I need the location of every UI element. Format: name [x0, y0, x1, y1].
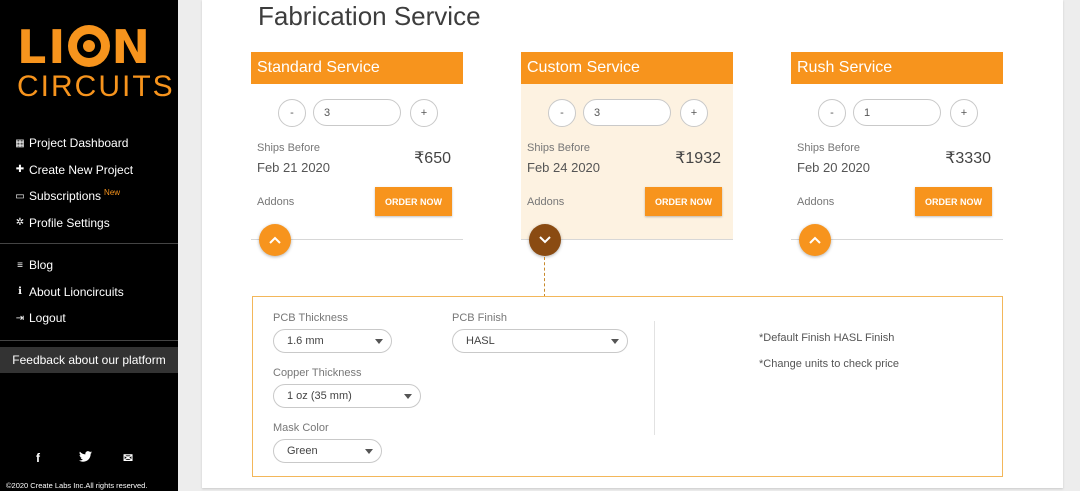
sidebar: LI N CIRCUITS ▦ Project Dashboard ✚ Creat… [0, 0, 178, 491]
service-card-title: Custom Service [521, 52, 733, 84]
caret-down-icon [404, 394, 412, 399]
service-card-custom: Custom Service - 3 + Ships Before Feb 24… [521, 52, 733, 256]
sidebar-item-label: Logout [29, 311, 66, 326]
lioncircuits-logo[interactable]: LI N CIRCUITS [15, 20, 173, 102]
sidebar-item-about-lioncircuits[interactable]: ℹ About Lioncircuits [0, 279, 178, 306]
increment-button[interactable]: + [950, 99, 978, 127]
logo-wordmark-bottom: CIRCUITS [17, 70, 175, 103]
decrement-button[interactable]: - [818, 99, 846, 127]
sidebar-item-label: Profile Settings [29, 215, 110, 230]
mask-color-value: Green [287, 445, 318, 457]
mask-color-label: Mask Color [273, 422, 329, 434]
price: ₹3330 [945, 150, 991, 167]
pcb-finish-label: PCB Finish [452, 312, 508, 324]
addons-label: Addons [527, 196, 565, 208]
copyright-text: ©2020 Create Labs Inc.All rights reserve… [6, 481, 148, 490]
ships-before-label: Ships Before [797, 142, 860, 154]
change-units-note: *Change units to check price [759, 358, 900, 370]
sidebar-item-profile-settings[interactable]: ✲ Profile Settings [0, 210, 178, 237]
order-now-button[interactable]: ORDER NOW [375, 187, 452, 216]
mail-icon[interactable]: ✉ [123, 451, 133, 465]
page-title: Fabrication Service [258, 1, 481, 31]
copper-thickness-select[interactable]: 1 oz (35 mm) [273, 384, 421, 408]
addons-label: Addons [797, 196, 835, 208]
addons-connector [544, 257, 545, 297]
grid-icon: ▦ [15, 137, 25, 149]
plus-icon: ✚ [15, 164, 25, 176]
quantity-input[interactable]: 1 [853, 99, 941, 126]
ship-date: Feb 21 2020 [257, 160, 331, 175]
sidebar-item-create-new-project[interactable]: ✚ Create New Project [0, 157, 178, 184]
twitter-icon[interactable] [79, 451, 92, 465]
lion-head-icon [68, 25, 111, 67]
default-finish-note: *Default Finish HASL Finish [759, 332, 895, 344]
sidebar-item-label: Create New Project [29, 162, 134, 177]
pcb-thickness-label: PCB Thickness [273, 312, 348, 324]
service-card-title: Standard Service [251, 52, 463, 84]
nav-divider [0, 340, 178, 341]
primary-nav: ▦ Project Dashboard ✚ Create New Project… [0, 130, 178, 236]
pcb-thickness-select[interactable]: 1.6 mm [273, 329, 392, 353]
ships-before-label: Ships Before [257, 142, 320, 154]
service-card-standard: Standard Service - 3 + Ships Before Feb … [251, 52, 463, 256]
sidebar-item-label: About Lioncircuits [29, 284, 124, 299]
facebook-icon[interactable]: f [36, 451, 40, 465]
chevron-up-shape [809, 236, 821, 244]
chevron-down-icon[interactable] [529, 224, 561, 256]
ship-date: Feb 24 2020 [527, 160, 601, 175]
info-icon: ℹ [18, 286, 22, 298]
addons-panel: PCB Thickness 1.6 mm PCB Finish HASL Cop… [252, 296, 1003, 477]
order-now-button[interactable]: ORDER NOW [915, 187, 992, 216]
sidebar-item-label: Subscriptions [29, 189, 102, 204]
ship-date: Feb 20 2020 [797, 160, 871, 175]
logo-wordmark-top: LI N [17, 20, 152, 74]
pcb-finish-value: HASL [466, 335, 495, 347]
twitter-bird-shape [79, 451, 92, 462]
main-panel: Fabrication Service Standard Service - 3… [202, 0, 1063, 488]
caret-down-icon [611, 339, 619, 344]
list-icon: ≡ [17, 259, 23, 271]
caret-down-icon [365, 449, 373, 454]
service-card-body: - 3 + Ships Before Feb 21 2020 ₹650 Addo… [251, 84, 463, 240]
chevron-up-icon[interactable] [259, 224, 291, 256]
chevron-up-shape [269, 236, 281, 244]
pcb-finish-select[interactable]: HASL [452, 329, 628, 353]
sidebar-item-subscriptions[interactable]: ▭ Subscriptions New [0, 183, 178, 210]
increment-button[interactable]: + [410, 99, 438, 127]
addons-label: Addons [257, 196, 295, 208]
secondary-nav: ≡ Blog ℹ About Lioncircuits ⇥ Logout [0, 252, 178, 332]
feedback-button[interactable]: Feedback about our platform [0, 347, 178, 373]
new-badge: New [104, 187, 121, 197]
service-card-title: Rush Service [791, 52, 1003, 84]
quantity-input[interactable]: 3 [313, 99, 401, 126]
pcb-thickness-value: 1.6 mm [287, 335, 324, 347]
ships-before-label: Ships Before [527, 142, 590, 154]
nav-divider [0, 243, 178, 244]
decrement-button[interactable]: - [278, 99, 306, 127]
price: ₹1932 [675, 150, 721, 167]
chevron-up-icon[interactable] [799, 224, 831, 256]
sidebar-item-label: Blog [29, 258, 54, 273]
service-card-rush: Rush Service - 1 + Ships Before Feb 20 2… [791, 52, 1003, 256]
mask-color-select[interactable]: Green [273, 439, 382, 463]
quantity-input[interactable]: 3 [583, 99, 671, 126]
service-card-body: - 1 + Ships Before Feb 20 2020 ₹3330 Add… [791, 84, 1003, 240]
gear-icon: ✲ [15, 217, 25, 229]
service-card-body: - 3 + Ships Before Feb 24 2020 ₹1932 Add… [521, 84, 733, 240]
logout-icon: ⇥ [15, 312, 25, 324]
chevron-down-shape [539, 236, 551, 244]
panel-divider [654, 321, 655, 435]
sidebar-item-blog[interactable]: ≡ Blog [0, 252, 178, 279]
sidebar-item-project-dashboard[interactable]: ▦ Project Dashboard [0, 130, 178, 157]
price: ₹650 [414, 150, 451, 167]
increment-button[interactable]: + [680, 99, 708, 127]
copper-thickness-value: 1 oz (35 mm) [287, 390, 352, 402]
order-now-button[interactable]: ORDER NOW [645, 187, 722, 216]
decrement-button[interactable]: - [548, 99, 576, 127]
monitor-icon: ▭ [15, 190, 25, 202]
caret-down-icon [375, 339, 383, 344]
sidebar-item-logout[interactable]: ⇥ Logout [0, 305, 178, 332]
copper-thickness-label: Copper Thickness [273, 367, 362, 379]
sidebar-item-label: Project Dashboard [29, 136, 129, 151]
